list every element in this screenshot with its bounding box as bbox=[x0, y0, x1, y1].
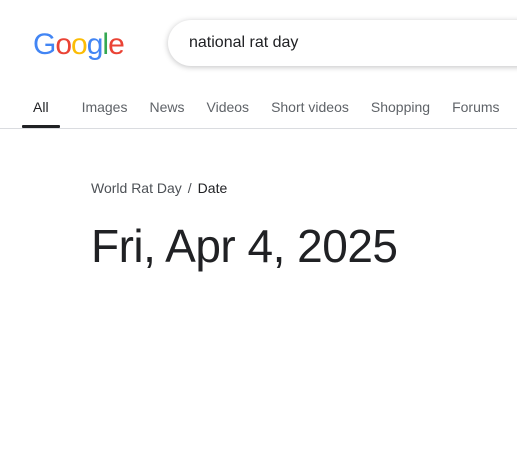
tab-label: Images bbox=[81, 99, 128, 115]
tab-label: Shopping bbox=[370, 99, 431, 115]
tab-label: Videos bbox=[206, 99, 250, 115]
search-tabs: All Images News Videos Short videos Shop… bbox=[22, 92, 517, 128]
tab-videos[interactable]: Videos bbox=[207, 92, 250, 128]
logo-letter: g bbox=[86, 28, 104, 61]
logo-letter: o bbox=[71, 28, 88, 61]
logo-letter: e bbox=[108, 28, 125, 61]
breadcrumb-separator: / bbox=[187, 180, 192, 196]
tab-news[interactable]: News bbox=[149, 92, 184, 128]
tab-label: Short videos bbox=[271, 99, 349, 115]
search-box[interactable] bbox=[168, 20, 517, 66]
tab-label: All bbox=[33, 99, 49, 115]
breadcrumb-current: Date bbox=[197, 180, 228, 196]
google-logo[interactable]: Google bbox=[33, 27, 125, 63]
tab-shopping[interactable]: Shopping bbox=[371, 92, 430, 128]
logo-letter: G bbox=[33, 28, 56, 61]
tab-label: News bbox=[149, 99, 185, 115]
tabs-divider bbox=[0, 128, 517, 129]
featured-answer: Fri, Apr 4, 2025 bbox=[91, 220, 398, 272]
tab-all[interactable]: All bbox=[22, 92, 60, 128]
tab-forums[interactable]: Forums bbox=[452, 92, 499, 128]
breadcrumb-parent-link[interactable]: World Rat Day bbox=[91, 180, 182, 196]
search-input[interactable] bbox=[189, 20, 509, 66]
logo-letter: o bbox=[55, 28, 72, 61]
breadcrumb: World Rat Day / Date bbox=[91, 179, 227, 197]
tab-label: Forums bbox=[452, 99, 500, 115]
search-results-page: Google All Images News Videos Short vide… bbox=[0, 0, 517, 457]
tab-short-videos[interactable]: Short videos bbox=[271, 92, 349, 128]
tab-images[interactable]: Images bbox=[82, 92, 128, 128]
